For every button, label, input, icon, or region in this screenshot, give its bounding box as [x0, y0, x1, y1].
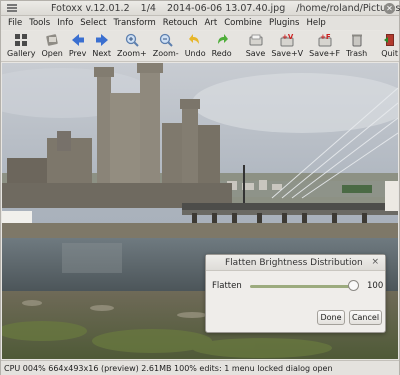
- app-window: Fotoxx v.12.01.2 1/4 2014-06-06 13.07.40…: [0, 0, 400, 375]
- gallery-icon: [14, 33, 28, 47]
- menu-plugins[interactable]: Plugins: [266, 16, 303, 30]
- flatten-slider-label: Flatten: [212, 281, 242, 291]
- trash-button[interactable]: Trash: [343, 31, 370, 61]
- gallery-label: Gallery: [7, 49, 36, 58]
- undo-icon: [188, 33, 202, 47]
- menu-help[interactable]: Help: [303, 16, 329, 30]
- quit-label: Quit: [381, 49, 398, 58]
- window-title: Fotoxx v.12.01.2 1/4 2014-06-06 13.07.40…: [51, 3, 400, 14]
- window-menu-icon[interactable]: [7, 4, 17, 12]
- menu-retouch[interactable]: Retouch: [160, 16, 202, 30]
- dialog-close-icon[interactable]: ×: [371, 257, 379, 267]
- done-button[interactable]: Done: [317, 310, 345, 325]
- status-bar: CPU 004% 664x493x16 (preview) 2.61MB 100…: [1, 360, 399, 375]
- save-file-label: Save+F: [309, 49, 341, 58]
- title-app-name: Fotoxx v.12.01.2: [51, 3, 130, 14]
- menu-tools[interactable]: Tools: [26, 16, 54, 30]
- gallery-button[interactable]: Gallery: [4, 31, 39, 61]
- menu-transform[interactable]: Transform: [111, 16, 160, 30]
- save-version-button[interactable]: +V Save+V: [268, 31, 306, 61]
- zoom-in-label: Zoom+: [116, 49, 147, 58]
- redo-label: Redo: [211, 49, 232, 58]
- prev-label: Prev: [68, 49, 87, 58]
- redo-icon: [215, 33, 229, 47]
- zoom-out-button[interactable]: Zoom-: [150, 31, 182, 61]
- save-file-button[interactable]: +F Save+F: [306, 31, 343, 61]
- flatten-slider-handle[interactable]: [348, 280, 359, 291]
- save-version-icon: +V: [280, 33, 294, 47]
- zoom-in-icon: [125, 33, 139, 47]
- zoom-out-icon: [159, 33, 173, 47]
- prev-button[interactable]: Prev: [66, 31, 89, 61]
- undo-label: Undo: [184, 49, 206, 58]
- open-button[interactable]: Open: [39, 31, 66, 61]
- menu-art[interactable]: Art: [202, 16, 222, 30]
- save-file-icon: +F: [318, 33, 332, 47]
- undo-button[interactable]: Undo: [182, 31, 209, 61]
- menu-select[interactable]: Select: [77, 16, 110, 30]
- trash-icon: [350, 33, 364, 47]
- flatten-slider[interactable]: [250, 285, 354, 288]
- prev-arrow-icon: [71, 33, 85, 47]
- svg-text:+F: +F: [320, 33, 331, 41]
- menu-file[interactable]: File: [5, 16, 26, 30]
- next-button[interactable]: Next: [89, 31, 114, 61]
- redo-button[interactable]: Redo: [209, 31, 235, 61]
- title-image-index: 1/4: [140, 3, 156, 14]
- open-icon: [45, 33, 59, 47]
- flatten-slider-value: 100: [367, 281, 384, 291]
- menu-bar: File Tools Info Select Transform Retouch…: [1, 16, 399, 30]
- svg-text:+V: +V: [282, 33, 294, 41]
- zoom-out-label: Zoom-: [152, 49, 179, 58]
- open-label: Open: [41, 49, 63, 58]
- trash-label: Trash: [346, 49, 368, 58]
- next-label: Next: [92, 49, 111, 58]
- menu-combine[interactable]: Combine: [221, 16, 266, 30]
- menu-info[interactable]: Info: [54, 16, 77, 30]
- dialog-title: Flatten Brightness Distribution: [206, 255, 385, 271]
- zoom-in-button[interactable]: Zoom+: [114, 31, 150, 61]
- next-arrow-icon: [95, 33, 109, 47]
- cancel-button[interactable]: Cancel: [349, 310, 382, 325]
- toolbar: Gallery Open Prev Next Zoom+ Zoom- Undo …: [1, 31, 399, 62]
- title-file-name: 2014-06-06 13.07.40.jpg: [166, 3, 286, 14]
- flatten-dialog: Flatten Brightness Distribution × Flatte…: [205, 254, 386, 333]
- quit-button[interactable]: Quit: [378, 31, 400, 61]
- save-label: Save: [245, 49, 266, 58]
- save-version-label: Save+V: [271, 49, 304, 58]
- save-icon: [249, 33, 263, 47]
- quit-icon: [383, 33, 397, 47]
- title-bar: Fotoxx v.12.01.2 1/4 2014-06-06 13.07.40…: [1, 1, 400, 16]
- window-close-button[interactable]: ✕: [384, 3, 395, 14]
- save-button[interactable]: Save: [243, 31, 269, 61]
